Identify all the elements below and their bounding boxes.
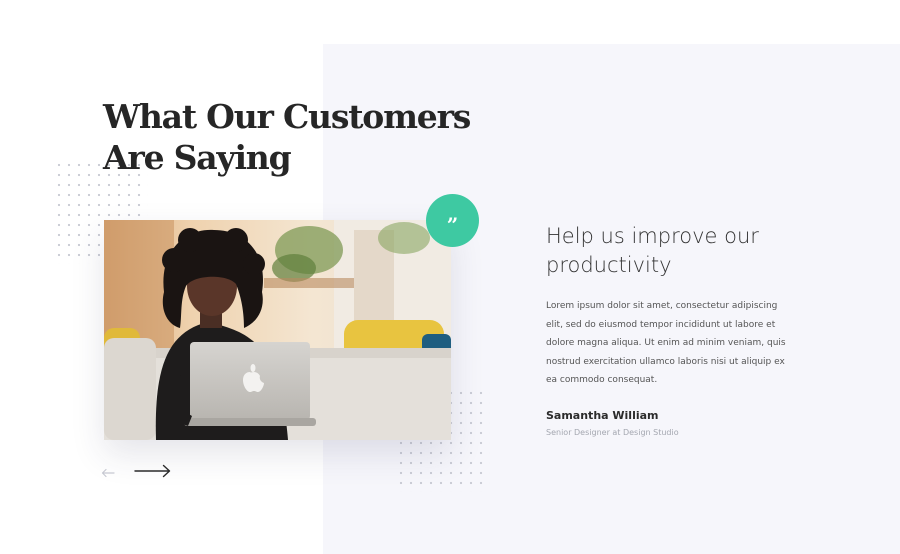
testimonial-body: Lorem ipsum dolor sit amet, consectetur … <box>546 297 798 390</box>
arrow-left-icon[interactable] <box>101 465 115 483</box>
author-name: Samantha William <box>546 409 659 422</box>
author-role: Senior Designer at Design Studio <box>546 428 679 437</box>
testimonial-body-line: nostrud exercitation ullamco laboris nis… <box>546 356 785 367</box>
testimonial-title-line-2: productivity <box>546 253 672 277</box>
section-heading-line-1: What Our Customers <box>103 97 471 136</box>
testimonial-body-line: Lorem ipsum dolor sit amet, consectetur … <box>546 301 778 311</box>
testimonial-body-line: dolore magna aliqua. Ut enim ad minim ve… <box>546 338 786 349</box>
testimonial-title-line-1: Help us improve our <box>546 224 759 248</box>
section-heading-line-2: Are Saying <box>103 138 292 177</box>
testimonial-title: Help us improve our productivity <box>546 222 806 280</box>
section-heading: What Our Customers Are Saying <box>103 96 471 178</box>
testimonial-body-line: elit, sed do eiusmod tempor incididunt u… <box>546 319 776 330</box>
customer-photo <box>104 220 451 440</box>
quote-icon: ” <box>426 194 479 247</box>
arrow-right-icon[interactable] <box>134 463 172 484</box>
testimonial-body-line: ea commodo consequat. <box>546 375 658 386</box>
woman-with-laptop-illustration <box>104 220 451 440</box>
